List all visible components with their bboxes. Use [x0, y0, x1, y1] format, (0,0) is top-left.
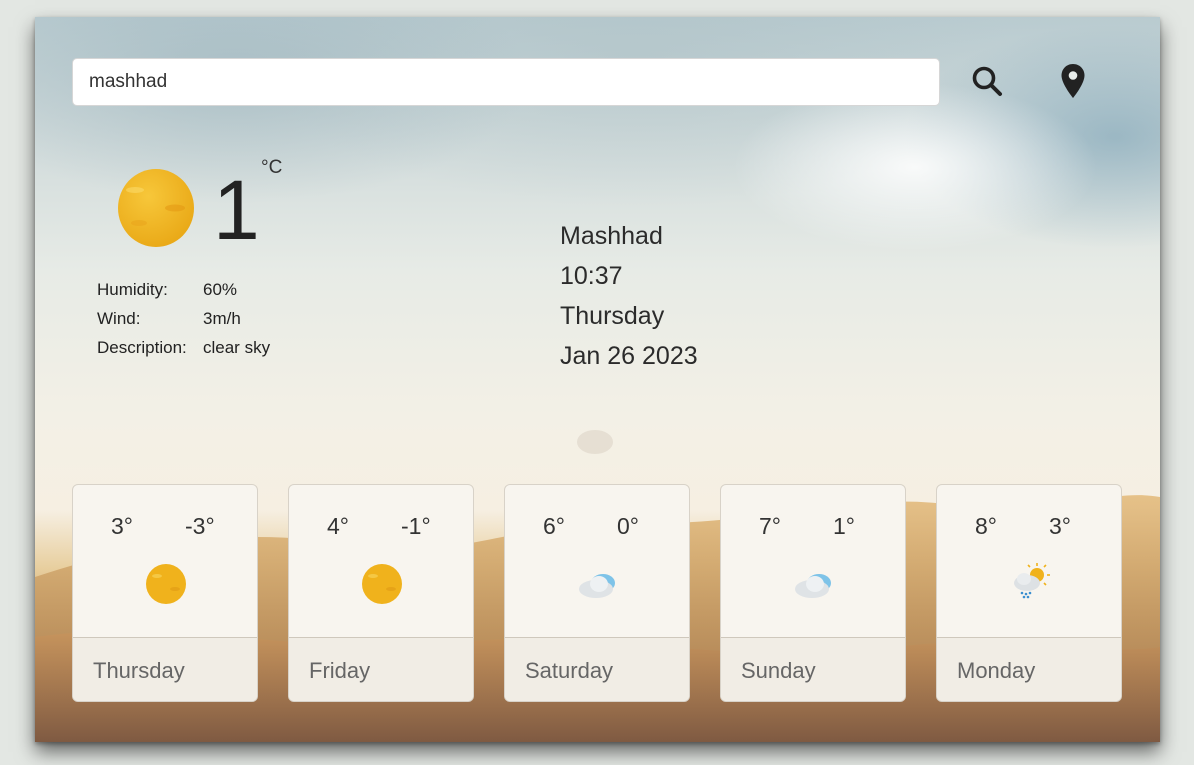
forecast-card[interactable]: 8° 3° Monday	[936, 484, 1122, 702]
forecast-low: 1°	[833, 513, 855, 539]
sun-icon	[146, 564, 186, 604]
forecast-day: Monday	[937, 637, 1121, 701]
forecast-high: 8°	[975, 513, 997, 539]
sun-cloud-rain-icon	[1014, 563, 1050, 599]
sun-icon	[118, 169, 194, 247]
forecast-low: 3°	[1049, 513, 1071, 539]
location-info: Mashhad 10:37 Thursday Jan 26 2023	[560, 219, 698, 379]
forecast-high: 7°	[759, 513, 781, 539]
forecast-high: 6°	[543, 513, 565, 539]
forecast-low: 0°	[617, 513, 639, 539]
city-name: Mashhad	[560, 222, 663, 250]
search-button[interactable]	[967, 61, 1007, 101]
forecast-card[interactable]: 3° -3° Thursday	[72, 484, 258, 702]
search-input[interactable]	[72, 58, 940, 106]
forecast-card[interactable]: 4° -1° Friday	[288, 484, 474, 702]
current-temperature: 1	[213, 163, 260, 257]
forecast-low: -3°	[185, 513, 215, 539]
date: Jan 26 2023	[560, 342, 698, 370]
wind-value: 3m/h	[203, 309, 241, 328]
weather-details: Humidity: 60% Wind: 3m/h Description: cl…	[97, 279, 270, 366]
wind-row: Wind: 3m/h	[97, 308, 270, 337]
wind-label: Wind:	[97, 309, 141, 328]
forecast-high: 4°	[327, 513, 349, 539]
magnifier-icon	[972, 66, 1002, 96]
local-time: 10:37	[560, 262, 623, 290]
temperature-unit: °C	[261, 157, 283, 178]
forecast-day: Saturday	[505, 637, 689, 701]
forecast-day: Sunday	[721, 637, 905, 701]
forecast-card[interactable]: 6° 0° Saturday	[504, 484, 690, 702]
forecast-low: -1°	[401, 513, 431, 539]
forecast-high: 3°	[111, 513, 133, 539]
description-row: Description: clear sky	[97, 337, 270, 366]
humidity-value: 60%	[203, 280, 238, 299]
cloud-icon	[795, 574, 831, 598]
weekday: Thursday	[560, 302, 665, 330]
description-label: Description:	[97, 338, 187, 357]
humidity-row: Humidity: 60%	[97, 279, 270, 308]
weather-app: 1 °C Humidity: 60% Wind: 3m/h Descriptio…	[35, 17, 1160, 742]
map-pin-icon	[1061, 64, 1085, 98]
forecast-day: Friday	[289, 637, 473, 701]
cloud-icon	[579, 574, 615, 598]
description-value: clear sky	[203, 338, 271, 357]
forecast-card[interactable]: 7° 1° Sunday	[720, 484, 906, 702]
forecast-day: Thursday	[73, 637, 257, 701]
sun-icon	[362, 564, 402, 604]
humidity-label: Humidity:	[97, 280, 168, 299]
current-location-button[interactable]	[1053, 61, 1093, 101]
